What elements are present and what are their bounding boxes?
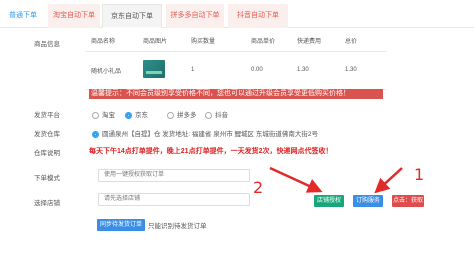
annotation-arrows xyxy=(269,166,403,194)
annotation-number-2: 2 xyxy=(253,178,264,197)
annotation-number-1: 1 xyxy=(414,165,425,184)
